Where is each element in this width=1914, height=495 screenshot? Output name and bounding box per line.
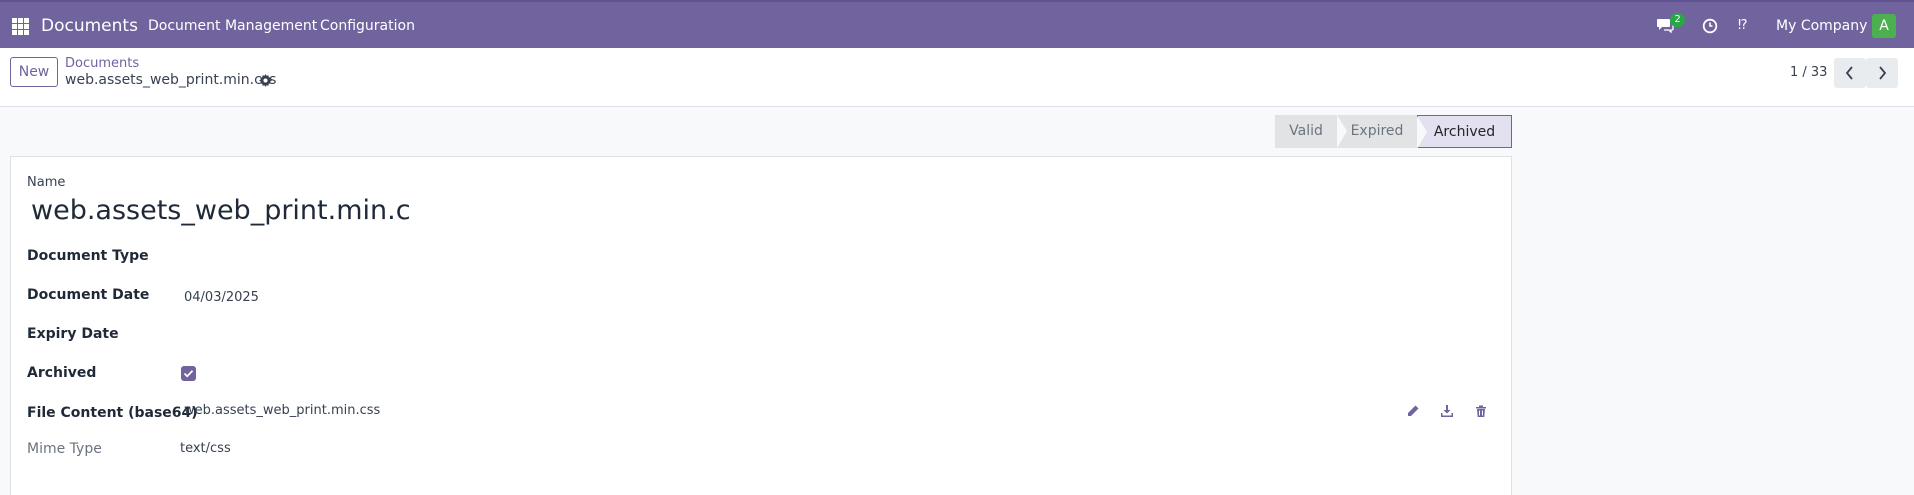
chevron-right-icon	[1879, 66, 1887, 80]
archived-checkbox[interactable]	[181, 366, 196, 381]
messages-count-badge: 2	[1670, 13, 1685, 27]
checkmark-icon	[183, 370, 194, 378]
gear-icon[interactable]	[259, 74, 272, 87]
document-date-label: Document Date	[27, 287, 150, 303]
form-sheet: Name web.assets_web_print.min.css Docume…	[10, 156, 1512, 495]
trash-icon[interactable]	[1474, 404, 1488, 418]
mime-type-label: Mime Type	[27, 441, 102, 457]
name-label: Name	[27, 175, 66, 190]
file-content-filename: web.assets_web_print.min.css	[184, 403, 381, 418]
activity-clock-icon[interactable]	[1702, 18, 1718, 34]
download-icon[interactable]	[1440, 404, 1454, 418]
breadcrumb-current: web.assets_web_print.min.css	[65, 72, 277, 88]
control-panel: New Documents web.assets_web_print.min.c…	[0, 48, 1914, 107]
menu-configuration[interactable]: Configuration	[320, 18, 415, 34]
pencil-icon[interactable]	[1406, 404, 1420, 418]
company-switcher[interactable]: My Company	[1776, 18, 1867, 34]
app-name[interactable]: Documents	[41, 16, 138, 36]
pager-value[interactable]: 1 / 33	[1790, 65, 1827, 80]
apps-menu-icon[interactable]	[12, 18, 29, 35]
top-navbar: Documents Document Management Configurat…	[0, 0, 1914, 48]
status-stage-archived[interactable]: Archived	[1417, 115, 1512, 149]
menu-document-management[interactable]: Document Management	[148, 18, 317, 34]
file-content-label: File Content (base64)	[27, 405, 198, 421]
breadcrumb-parent[interactable]: Documents	[65, 56, 139, 71]
pager-previous-button[interactable]	[1834, 58, 1866, 88]
debug-icon[interactable]: ⁉	[1738, 18, 1748, 33]
new-button[interactable]: New	[10, 57, 58, 87]
archived-label: Archived	[27, 365, 97, 381]
expiry-date-label: Expiry Date	[27, 326, 119, 342]
status-stage-expired[interactable]: Expired	[1337, 115, 1417, 148]
mime-type-value: text/css	[180, 441, 231, 456]
status-stage-valid[interactable]: Valid	[1275, 115, 1337, 148]
document-date-field[interactable]: 04/03/2025	[184, 290, 259, 305]
user-avatar[interactable]: A	[1872, 14, 1896, 38]
chevron-left-icon	[1845, 66, 1853, 80]
name-field[interactable]: web.assets_web_print.min.css	[31, 195, 411, 226]
pager-next-button[interactable]	[1866, 58, 1898, 88]
document-type-label: Document Type	[27, 248, 149, 264]
